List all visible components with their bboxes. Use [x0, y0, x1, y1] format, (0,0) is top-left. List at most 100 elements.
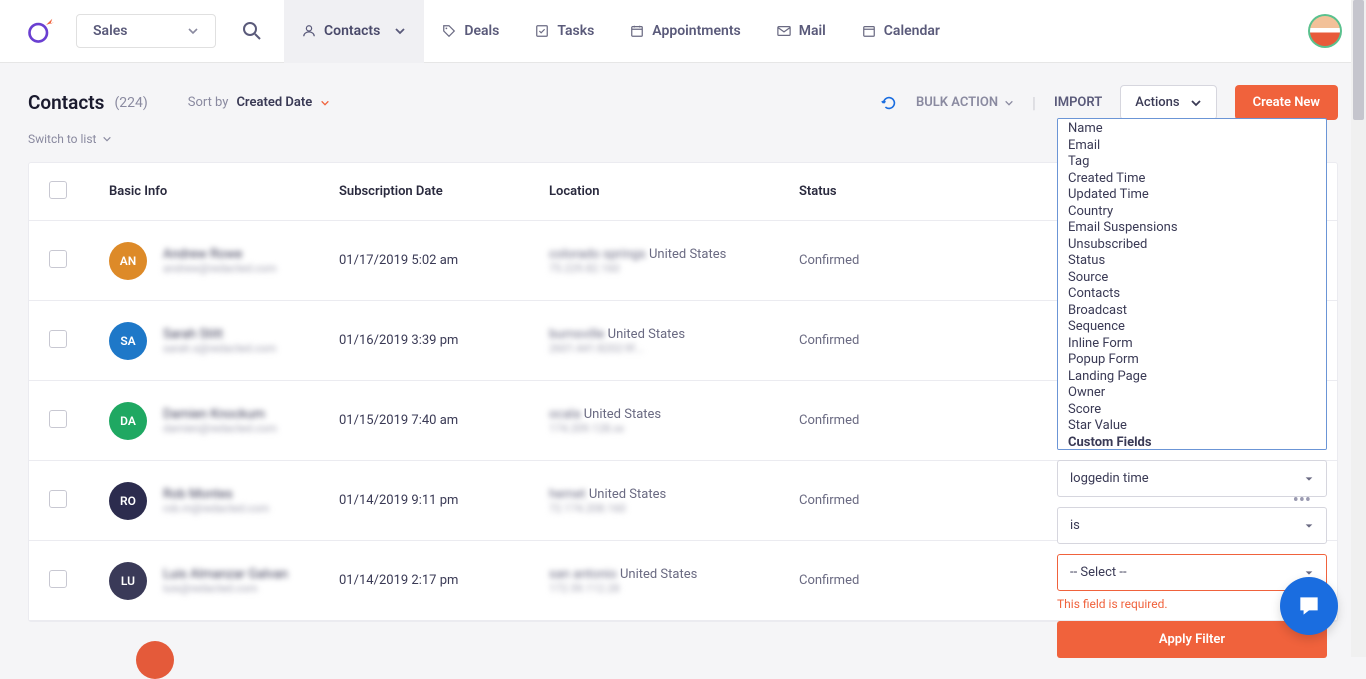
subscription-date: 01/17/2019 5:02 am [339, 253, 549, 268]
page-count: (224) [114, 95, 147, 111]
contact-email: damien@redacted.com [163, 422, 277, 435]
actions-label: Actions [1135, 95, 1179, 110]
status-value: Confirmed [799, 493, 949, 508]
filter-option[interactable]: Inline Form [1058, 336, 1326, 353]
nav-tab-label: Mail [799, 23, 826, 39]
nav-tab-calendar[interactable]: Calendar [844, 0, 958, 63]
filter-option[interactable]: Tag [1058, 154, 1326, 171]
caret-down-icon [1304, 568, 1314, 578]
chevron-down-icon [1190, 97, 1202, 109]
nav-tab-appointments[interactable]: Appointments [612, 0, 758, 63]
caret-down-icon [1304, 474, 1314, 484]
nav-tab-label: Contacts [324, 23, 380, 39]
contacts-icon [302, 24, 316, 38]
location-city: burnsville United States [549, 327, 799, 342]
module-selector-label: Sales [93, 23, 127, 39]
apply-filter-button[interactable]: Apply Filter [1057, 621, 1327, 658]
filter-option[interactable]: Broadcast [1058, 303, 1326, 320]
filter-option[interactable]: Landing Page [1058, 369, 1326, 386]
bulk-action-label: BULK ACTION [916, 95, 998, 110]
chevron-down-icon [187, 25, 199, 37]
filter-option[interactable]: Score [1058, 402, 1326, 419]
status-value: Confirmed [799, 413, 949, 428]
caret-down-icon [1304, 521, 1314, 531]
actions-dropdown[interactable]: Actions [1120, 85, 1216, 120]
filter-option[interactable]: Name [1058, 121, 1326, 138]
switch-list-label: Switch to list [28, 132, 96, 146]
row-checkbox[interactable] [49, 570, 67, 588]
row-checkbox[interactable] [49, 330, 67, 348]
subscription-date: 01/14/2019 2:17 pm [339, 573, 549, 588]
filter-option[interactable]: Created Time [1058, 171, 1326, 188]
location-ip: 174.209.128.xx [549, 422, 799, 435]
tag-icon [442, 24, 456, 38]
filter-option[interactable]: Updated Time [1058, 187, 1326, 204]
divider: | [1032, 93, 1036, 112]
contact-email: sarah.s@redacted.com [163, 342, 276, 355]
scrollbar[interactable] [1351, 0, 1366, 657]
filter-option[interactable]: Custom Fields [1058, 435, 1326, 451]
filter-option[interactable]: Contacts [1058, 286, 1326, 303]
sort-by-label: Sort by [188, 95, 229, 110]
nav-tab-label: Appointments [652, 23, 740, 39]
nav-tab-deals[interactable]: Deals [424, 0, 517, 63]
location-ip: 2601:441:8202:9f... [549, 342, 799, 355]
module-selector[interactable]: Sales [76, 14, 216, 48]
contact-email: luis@redacted.com [163, 582, 288, 595]
nav-tab-label: Tasks [557, 23, 594, 39]
row-checkbox[interactable] [49, 250, 67, 268]
chevron-down-icon [102, 134, 112, 144]
filter-field-select[interactable]: loggedin time [1057, 460, 1327, 497]
contact-avatar: SA [109, 322, 147, 360]
filter-value-select[interactable]: -- Select -- [1057, 554, 1327, 591]
filter-option[interactable]: Star Value [1058, 418, 1326, 435]
import-link[interactable]: IMPORT [1054, 95, 1102, 110]
location-city: ocala United States [549, 407, 799, 422]
subscription-date: 01/14/2019 9:11 pm [339, 493, 549, 508]
filter-option[interactable]: Popup Form [1058, 352, 1326, 369]
filter-option[interactable]: Sequence [1058, 319, 1326, 336]
sort-by[interactable]: Sort by Created Date [188, 95, 330, 110]
filter-option[interactable]: Status [1058, 253, 1326, 270]
select-all-checkbox[interactable] [49, 181, 67, 199]
filter-option[interactable]: Country [1058, 204, 1326, 221]
filter-option[interactable]: Email [1058, 138, 1326, 155]
filter-option[interactable]: Owner [1058, 385, 1326, 402]
logo[interactable] [24, 15, 56, 47]
calendar-icon [630, 24, 644, 38]
top-navigation: Sales Contacts Deals Tasks Appointments … [0, 0, 1366, 63]
filter-operator-value: is [1070, 518, 1080, 533]
contact-avatar: RO [109, 482, 147, 520]
search-button[interactable] [228, 7, 276, 55]
nav-tab-label: Deals [464, 23, 499, 39]
nav-tab-tasks[interactable]: Tasks [517, 0, 612, 63]
bulk-action-dropdown[interactable]: BULK ACTION [916, 95, 1014, 110]
row-checkbox[interactable] [49, 490, 67, 508]
nav-tab-label: Calendar [884, 23, 940, 39]
filter-option[interactable]: Source [1058, 270, 1326, 287]
refresh-button[interactable] [880, 94, 898, 112]
page-title: Contacts [28, 91, 104, 114]
sort-by-value: Created Date [236, 95, 312, 110]
contact-avatar: AN [109, 242, 147, 280]
chat-bubble-button[interactable] [1280, 577, 1338, 635]
chevron-down-icon [320, 98, 330, 108]
chevron-down-icon [1004, 98, 1014, 108]
contact-name: Damien Knockum [163, 407, 277, 422]
filter-operator-select[interactable]: is [1057, 507, 1327, 544]
status-value: Confirmed [799, 253, 949, 268]
avatar-partial [136, 641, 174, 679]
contact-email: andrew@redacted.com [163, 262, 276, 275]
nav-tab-mail[interactable]: Mail [759, 0, 844, 63]
row-checkbox[interactable] [49, 410, 67, 428]
filter-panel: NameEmailTagCreated TimeUpdated TimeCoun… [1057, 118, 1327, 658]
nav-tab-contacts[interactable]: Contacts [284, 0, 424, 63]
filter-option[interactable]: Email Suspensions [1058, 220, 1326, 237]
create-new-button[interactable]: Create New [1235, 85, 1338, 120]
status-value: Confirmed [799, 573, 949, 588]
column-subscription-date: Subscription Date [339, 184, 549, 199]
user-avatar[interactable] [1308, 14, 1342, 48]
subscription-date: 01/16/2019 3:39 pm [339, 333, 549, 348]
filter-option[interactable]: Unsubscribed [1058, 237, 1326, 254]
filter-field-dropdown-list: NameEmailTagCreated TimeUpdated TimeCoun… [1057, 118, 1327, 450]
